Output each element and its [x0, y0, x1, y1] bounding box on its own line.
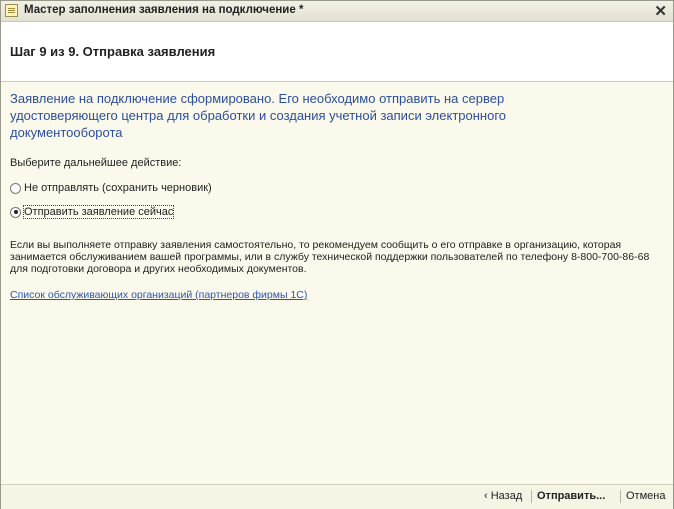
page-title: Шаг 9 из 9. Отправка заявления	[10, 44, 216, 59]
window-title: Мастер заполнения заявления на подключен…	[24, 4, 304, 16]
help-text: Если вы выполняете отправку заявления са…	[10, 239, 650, 275]
partners-link[interactable]: Список обслуживающих организаций (партне…	[10, 289, 307, 301]
info-message: Заявление на подключение сформировано. Е…	[10, 91, 507, 140]
send-button[interactable]: Отправить...	[537, 490, 605, 502]
radio-button[interactable]	[10, 182, 21, 194]
separator	[531, 490, 532, 503]
title-bar: Мастер заполнения заявления на подключен…	[1, 1, 673, 22]
main-content: Заявление на подключение сформировано. Е…	[1, 82, 673, 483]
radio-option-save-draft[interactable]: Не отправлять (сохранить черновик)	[10, 181, 212, 195]
close-icon[interactable]: ✕	[654, 2, 667, 20]
radio-button[interactable]	[10, 206, 21, 218]
radio-label[interactable]: Не отправлять (сохранить черновик)	[24, 182, 212, 194]
cancel-button[interactable]: Отмена	[626, 490, 665, 502]
footer-bar: ‹ Назад Отправить... Отмена	[1, 484, 673, 509]
back-button[interactable]: ‹ Назад	[484, 490, 522, 502]
wizard-window: Мастер заполнения заявления на подключен…	[0, 0, 674, 509]
choose-action-label: Выберите дальнейшее действие:	[10, 157, 182, 169]
step-header: Шаг 9 из 9. Отправка заявления	[1, 22, 673, 82]
radio-label[interactable]: Отправить заявление сейчас	[22, 205, 175, 219]
separator	[620, 490, 621, 503]
document-icon	[5, 4, 18, 17]
radio-option-send-now[interactable]: Отправить заявление сейчас	[10, 205, 175, 219]
